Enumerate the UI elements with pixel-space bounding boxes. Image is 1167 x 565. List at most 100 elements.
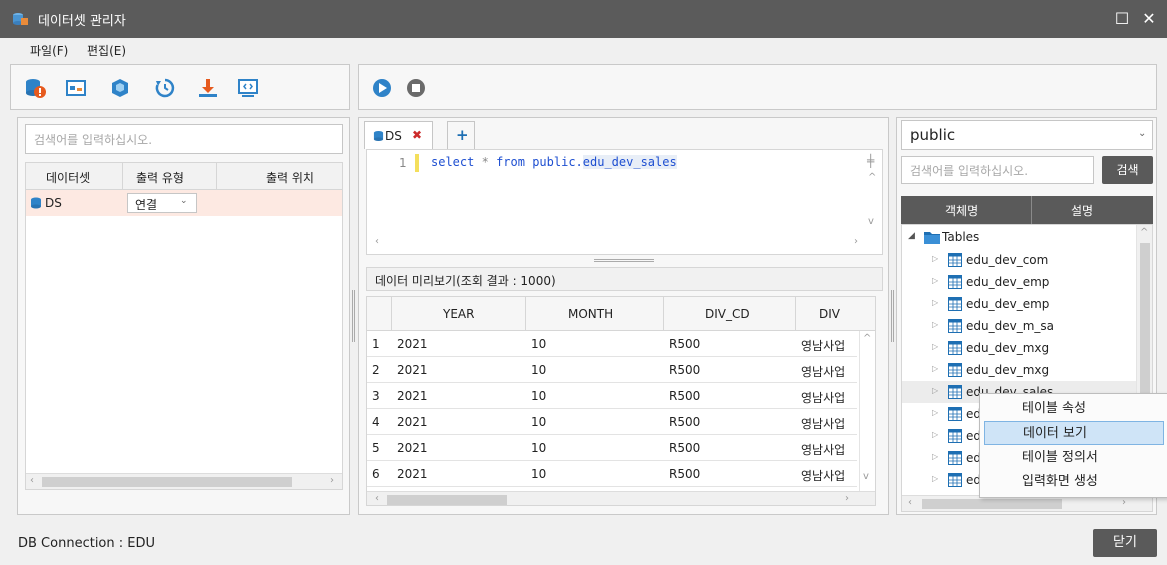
dataset-hscroll[interactable]: ‹ › <box>26 473 342 489</box>
tree-node-table[interactable]: ▷ edu_dev_m_sa <box>902 315 1142 337</box>
image-icon[interactable] <box>65 77 87 99</box>
table-row[interactable]: DS 연결 ⌄ <box>26 190 342 216</box>
table-icon <box>948 385 962 399</box>
scroll-left-icon[interactable]: ‹ <box>908 497 912 508</box>
table-row[interactable]: 5 2021 10 R500 영남사업 <box>367 435 857 461</box>
tab-close-icon[interactable]: ✖ <box>412 128 422 142</box>
scroll-down-icon[interactable]: v <box>863 471 869 482</box>
editor-scroll-right-icon[interactable]: › <box>854 236 858 247</box>
dataset-search-input[interactable]: 검색어를 입력하십시오. <box>25 124 343 154</box>
tree-node-table[interactable]: ▷ edu_dev_mxg <box>902 359 1142 381</box>
scroll-thumb[interactable] <box>42 477 292 487</box>
tab-ds[interactable]: DS ✖ <box>364 121 433 149</box>
scroll-right-icon[interactable]: › <box>845 493 849 504</box>
preview-grid: YEAR MONTH DIV_CD DIV 1 2021 10 R500 영남사… <box>366 296 876 506</box>
preview-hscroll[interactable]: ‹ › <box>367 491 875 505</box>
expand-arrow-icon[interactable]: ▷ <box>932 342 938 351</box>
expand-arrow-icon[interactable]: ▷ <box>932 254 938 263</box>
object-search-input[interactable]: 검색어를 입력하십시오. <box>901 156 1094 184</box>
run-icon[interactable] <box>371 77 393 99</box>
ctx-create-input-screen[interactable]: 입력화면 생성 <box>984 470 1164 494</box>
schema-select[interactable]: public ⌄ <box>901 120 1153 150</box>
search-button[interactable]: 검색 <box>1102 156 1153 184</box>
table-icon <box>948 429 962 443</box>
left-splitter[interactable] <box>352 290 355 342</box>
connection-status: DB Connection : EDU <box>18 536 156 551</box>
scroll-up-icon[interactable]: ^ <box>1140 227 1148 238</box>
scroll-left-icon[interactable]: ‹ <box>375 493 379 504</box>
editor-scroll-up-icon[interactable]: ^ <box>868 172 876 183</box>
table-icon <box>948 363 962 377</box>
current-line-marker <box>415 154 419 172</box>
menu-file[interactable]: 파일(F) <box>30 42 68 59</box>
query-panel: DS ✖ + 1 select * from public.edu_dev_sa… <box>358 117 889 515</box>
sql-editor[interactable]: 1 select * from public.edu_dev_sales ╪ ^… <box>366 149 883 255</box>
expand-arrow-icon[interactable]: ▷ <box>932 386 938 395</box>
right-splitter[interactable] <box>891 290 894 342</box>
expand-arrow-icon[interactable]: ▷ <box>932 474 938 483</box>
tree-node-table[interactable]: ▷ edu_dev_com <box>902 249 1142 271</box>
code-icon[interactable] <box>237 77 259 99</box>
scroll-right-icon[interactable]: › <box>1122 497 1126 508</box>
tree-node-table[interactable]: ▷ edu_dev_emp <box>902 293 1142 315</box>
menu-edit[interactable]: 편집(E) <box>87 42 126 59</box>
editor-splitter[interactable] <box>594 259 654 262</box>
close-button[interactable]: 닫기 <box>1093 529 1157 557</box>
preview-label-bar: 데이터 미리보기(조회 결과 : 1000) <box>366 267 883 291</box>
download-icon[interactable] <box>197 77 219 99</box>
expand-arrow-icon[interactable]: ▷ <box>932 364 938 373</box>
col-year: YEAR <box>443 307 475 321</box>
cube-icon[interactable] <box>109 77 131 99</box>
ctx-table-properties[interactable]: 테이블 속성 <box>984 397 1164 421</box>
stop-icon[interactable] <box>405 77 427 99</box>
app-icon <box>13 13 28 25</box>
table-icon <box>948 407 962 421</box>
col-output-location: 출력 위치 <box>266 171 314 185</box>
expand-arrow-icon[interactable]: ▷ <box>932 298 938 307</box>
table-row[interactable]: 1 2021 10 R500 영남사업 <box>367 331 857 357</box>
scroll-right-icon[interactable]: › <box>330 475 334 486</box>
ctx-table-definition[interactable]: 테이블 정의서 <box>984 446 1164 470</box>
editor-split-icon[interactable]: ╪ <box>867 154 874 168</box>
close-icon[interactable]: ✕ <box>1138 8 1160 30</box>
expand-arrow-icon[interactable]: ▷ <box>932 408 938 417</box>
expand-arrow-icon[interactable]: ▷ <box>932 430 938 439</box>
table-icon <box>948 473 962 487</box>
expand-icon[interactable]: ◢ <box>908 231 915 241</box>
add-tab-button[interactable]: + <box>447 121 475 149</box>
scroll-thumb[interactable] <box>922 499 1062 509</box>
chevron-down-icon: ⌄ <box>180 196 188 206</box>
table-row[interactable]: 3 2021 10 R500 영남사업 <box>367 383 857 409</box>
scroll-up-icon[interactable]: ^ <box>863 333 871 344</box>
scroll-thumb[interactable] <box>1140 243 1150 393</box>
tree-node-table[interactable]: ▷ edu_dev_mxg <box>902 337 1142 359</box>
folder-icon <box>924 232 940 244</box>
tree-node-table[interactable]: ▷ edu_dev_emp <box>902 271 1142 293</box>
table-row[interactable]: 4 2021 10 R500 영남사업 <box>367 409 857 435</box>
dataset-panel: 검색어를 입력하십시오. 데이터셋 출력 유형 출력 위치 DS 연결 ⌄ ‹ <box>17 117 350 515</box>
preview-vscroll[interactable]: ^ v <box>859 331 875 491</box>
tree-node-tables[interactable]: ◢ Tables <box>902 227 1142 249</box>
expand-arrow-icon[interactable]: ▷ <box>932 452 938 461</box>
dataset-manager-window: 데이터셋 관리자 ☐ ✕ 파일(F) 편집(E) 검색어를 입력하십시오. 데이… <box>0 0 1167 565</box>
expand-arrow-icon[interactable]: ▷ <box>932 320 938 329</box>
table-icon <box>948 319 962 333</box>
output-type-select[interactable]: 연결 ⌄ <box>127 193 197 213</box>
plus-icon: + <box>456 126 469 144</box>
dataset-grid-header: 데이터셋 출력 유형 출력 위치 <box>25 162 343 190</box>
editor-scroll-down-icon[interactable]: v <box>868 216 874 227</box>
table-row[interactable]: 6 2021 10 R500 영남사업 <box>367 461 857 487</box>
chevron-down-icon: ⌄ <box>1138 128 1147 139</box>
history-icon[interactable] <box>154 77 176 99</box>
ctx-view-data[interactable]: 데이터 보기 <box>984 421 1164 445</box>
output-type-value: 연결 <box>135 198 158 212</box>
scroll-thumb[interactable] <box>387 495 507 505</box>
scroll-left-icon[interactable]: ‹ <box>30 475 34 486</box>
dataset-error-icon[interactable] <box>25 77 47 99</box>
maximize-icon[interactable]: ☐ <box>1111 8 1133 30</box>
table-row[interactable]: 2 2021 10 R500 영남사업 <box>367 357 857 383</box>
expand-arrow-icon[interactable]: ▷ <box>932 276 938 285</box>
sql-text: select * from public.edu_dev_sales <box>431 155 677 169</box>
editor-scroll-left-icon[interactable]: ‹ <box>375 236 379 247</box>
preview-label: 데이터 미리보기(조회 결과 : 1000) <box>375 274 556 288</box>
